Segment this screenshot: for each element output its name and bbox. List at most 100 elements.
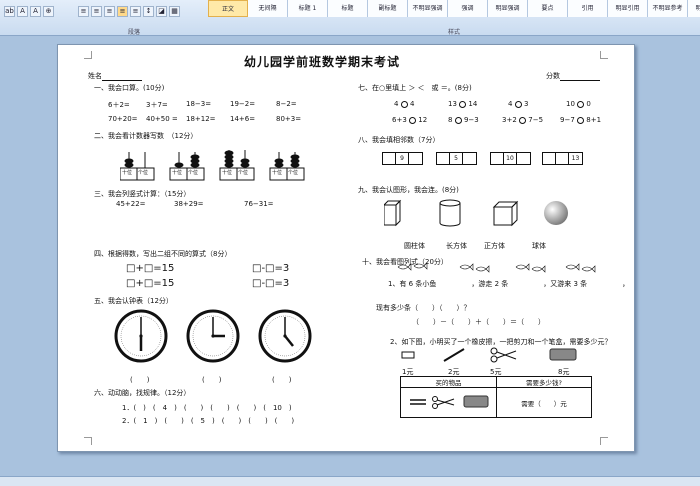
fish-illustrations bbox=[397, 262, 596, 273]
section-3-title: 三、我会列竖式计算：（15分） bbox=[94, 190, 191, 198]
style-item[interactable]: 要点 bbox=[528, 0, 568, 17]
style-item[interactable]: 引用 bbox=[568, 0, 608, 17]
abacus-label: 个位 bbox=[238, 170, 249, 176]
style-item[interactable]: 副标题 bbox=[368, 0, 408, 17]
style-item[interactable]: 无间隔 bbox=[248, 0, 288, 17]
s4-equation: □+□=15 bbox=[126, 278, 175, 289]
section-2-title: 二、我会看计数器写数 （12分） bbox=[94, 132, 198, 140]
clock-2 bbox=[186, 309, 240, 363]
compare-item: 9−7 8+1 bbox=[560, 116, 602, 124]
s4-equation: □+□=15 bbox=[126, 263, 175, 274]
style-item[interactable]: 不明显参考 bbox=[648, 0, 688, 17]
s10-q1: 1、有 6 条小鱼 ，游走 2 条 ，又游来 3 条 ， bbox=[388, 280, 630, 288]
group-paragraph: 段落 bbox=[128, 29, 141, 36]
clock-answer: ( ) bbox=[202, 376, 222, 384]
align-center-icon[interactable]: ≡ bbox=[91, 6, 102, 17]
shape-label: 长方体 bbox=[446, 242, 467, 250]
name-field[interactable]: 姓名 bbox=[88, 71, 142, 81]
compare-item: 4 4 bbox=[394, 100, 415, 108]
style-item[interactable]: 明显强调 bbox=[488, 0, 528, 17]
align-right-icon[interactable]: ≡ bbox=[104, 6, 115, 17]
page-corner-mark bbox=[84, 437, 92, 445]
justify-icon[interactable]: ≡ bbox=[117, 6, 128, 17]
page-corner-mark bbox=[600, 51, 608, 59]
name-label: 姓名 bbox=[88, 72, 102, 80]
section-5-title: 五、我会认钟表（12分） bbox=[94, 297, 173, 305]
section-9-title: 九、我会认图形，我会连。(8分) bbox=[358, 186, 459, 194]
clocks bbox=[114, 309, 312, 363]
line-spacing-icon[interactable]: ↕ bbox=[143, 6, 154, 17]
ribbon: ab A A ⊕ ≡ ≡ ≡ ≡ ≡ ↕ ◪ ▦ 段落 样式 正文 无间隔 标题 1 标题 副标题 … bbox=[0, 0, 700, 36]
page-title: 幼儿园学前班数学期末考试 bbox=[244, 55, 401, 69]
pen-icon bbox=[443, 348, 465, 362]
shape-label: 正方体 bbox=[484, 242, 505, 250]
shading-icon[interactable]: ◪ bbox=[156, 6, 167, 17]
abacus-label: 十位 bbox=[172, 170, 183, 176]
style-item[interactable]: 正文 bbox=[208, 0, 248, 17]
compare-item: 3+2 7−5 bbox=[502, 116, 544, 124]
neighbor-box: 5 bbox=[436, 152, 477, 165]
style-gallery: 正文 无间隔 标题 1 标题 副标题 不明显强调 强调 明显强调 要点 引用 明… bbox=[208, 0, 700, 18]
style-item[interactable]: 标题 1 bbox=[288, 0, 328, 17]
abacus-label: 个位 bbox=[188, 170, 199, 176]
s10-q1-equation: （ ）－（ ）＋（ ）＝（ ） bbox=[412, 318, 545, 326]
distribute-icon[interactable]: ≡ bbox=[130, 6, 141, 17]
s1-item: 18+12= bbox=[186, 115, 216, 123]
abacus-label: 十位 bbox=[272, 170, 283, 176]
s3-item: 45+22= bbox=[116, 200, 146, 208]
group-styles: 样式 bbox=[448, 29, 461, 36]
s6-row-1: 1．( ) ( 4 ) ( ) ( ) ( ) ( 10 ) bbox=[122, 404, 292, 412]
score-field[interactable]: 分数 bbox=[546, 71, 600, 81]
s1-item: 3＋7= bbox=[146, 101, 168, 109]
table-cell-items bbox=[400, 387, 497, 418]
score-label: 分数 bbox=[546, 72, 560, 80]
neighbor-box: 9 bbox=[382, 152, 423, 165]
clock-1 bbox=[114, 309, 168, 363]
style-item[interactable]: 不明显强调 bbox=[408, 0, 448, 17]
s1-item: 6＋2= bbox=[108, 101, 130, 109]
section-6-title: 六、动动脑，找规律。（12分） bbox=[94, 389, 191, 397]
section-8-title: 八、我会填相邻数（7分） bbox=[358, 136, 440, 144]
compare-item: 13 14 bbox=[448, 100, 478, 108]
shape-label: 圆柱体 bbox=[404, 242, 425, 250]
style-item[interactable]: 标题 bbox=[328, 0, 368, 17]
compare-item: 8 9−3 bbox=[448, 116, 479, 124]
shape-cylinder bbox=[439, 199, 461, 227]
s3-item: 38+29= bbox=[174, 200, 204, 208]
char-border-icon[interactable]: A bbox=[30, 6, 41, 17]
border-icon[interactable]: ▦ bbox=[169, 6, 180, 17]
s1-item: 14+6= bbox=[230, 115, 256, 123]
style-item[interactable]: 强调 bbox=[448, 0, 488, 17]
s1-item: 19−2= bbox=[230, 100, 256, 108]
score-line bbox=[560, 74, 600, 81]
shape-illustrations bbox=[384, 199, 568, 227]
section-1-title: 一、我会口算。(10分) bbox=[94, 84, 165, 92]
s1-item: 18−3= bbox=[186, 100, 212, 108]
item-illustrations bbox=[401, 347, 577, 363]
pencil-case-icon bbox=[463, 395, 488, 407]
clock-answer: ( ) bbox=[130, 376, 150, 384]
table-header: 买的物品 bbox=[400, 376, 497, 388]
pencil-case-icon bbox=[549, 348, 577, 361]
s4-equation: □-□=3 bbox=[252, 263, 290, 274]
table-cell-answer[interactable]: 需要（ ）元 bbox=[496, 387, 592, 418]
highlight-icon[interactable]: ab bbox=[4, 6, 15, 17]
s1-item: 70+20= bbox=[108, 115, 138, 123]
s1-item: 80+3= bbox=[276, 115, 302, 123]
shape-label: 球体 bbox=[532, 242, 546, 250]
purchase-table: 买的物品 需要多少钱? 需要（ ）元 bbox=[400, 376, 592, 418]
neighbor-box: 10 bbox=[490, 152, 531, 165]
s3-item: 76−31= bbox=[244, 200, 274, 208]
shape-box bbox=[384, 199, 402, 227]
s6-row-2: 2．( 1 ) ( ) ( 5 ) ( ) ( ) ( ) bbox=[122, 417, 295, 425]
s1-item: 40+50 = bbox=[146, 115, 178, 123]
enclose-char-icon[interactable]: ⊕ bbox=[43, 6, 54, 17]
style-item[interactable]: 明显参考 bbox=[688, 0, 700, 17]
align-left-icon[interactable]: ≡ bbox=[78, 6, 89, 17]
compare-item: 6+3 12 bbox=[392, 116, 428, 124]
document-page[interactable]: 幼儿园学前班数学期末考试 姓名 分数 一、我会口算。(10分) 6＋2= 3＋7… bbox=[57, 44, 635, 452]
style-item[interactable]: 明显引用 bbox=[608, 0, 648, 17]
compare-item: 10 0 bbox=[566, 100, 591, 108]
font-color-icon[interactable]: A bbox=[17, 6, 28, 17]
purchased-items bbox=[409, 395, 488, 409]
